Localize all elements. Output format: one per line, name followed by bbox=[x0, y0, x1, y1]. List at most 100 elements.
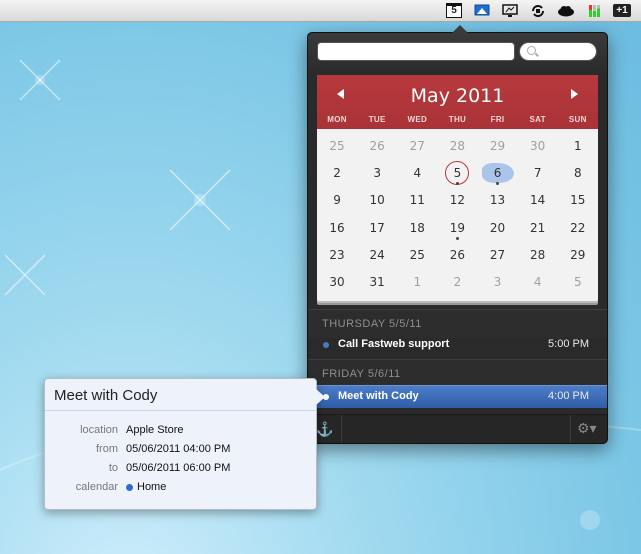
day-number: 22 bbox=[570, 220, 586, 235]
day-number: 4 bbox=[413, 166, 422, 181]
day-cell[interactable]: 28 bbox=[518, 242, 558, 269]
search-icon bbox=[527, 46, 536, 55]
day-cell[interactable]: 6 bbox=[478, 160, 518, 187]
day-cell[interactable]: 30 bbox=[317, 269, 357, 296]
weekday-label: FRI bbox=[490, 115, 505, 124]
day-grid: 25 26 27 28 29 30 1 2 3 4 5 6 7 8 9 10 11 12 13 14 15 16 17 18 1… bbox=[317, 129, 598, 296]
day-number: 26 bbox=[369, 139, 385, 153]
anchor-icon[interactable]: ⚓ bbox=[316, 421, 333, 437]
day-number: 16 bbox=[329, 220, 345, 235]
day-cell[interactable]: 27 bbox=[478, 242, 518, 269]
day-number: 31 bbox=[369, 274, 385, 289]
day-number: 17 bbox=[369, 220, 385, 235]
event-indicator-dot bbox=[455, 182, 459, 186]
day-number: 15 bbox=[570, 193, 586, 208]
day-cell[interactable]: 2 bbox=[317, 160, 357, 187]
search-input[interactable] bbox=[519, 42, 597, 61]
day-cell[interactable]: 25 bbox=[317, 133, 357, 160]
day-cell[interactable]: 2 bbox=[437, 269, 477, 296]
day-cell[interactable]: 18 bbox=[397, 215, 437, 242]
gear-icon[interactable]: ⚙▾ bbox=[577, 420, 599, 436]
day-cell[interactable]: 15 bbox=[558, 187, 598, 214]
day-cell[interactable]: 22 bbox=[558, 215, 598, 242]
calendar-value: Home bbox=[126, 481, 166, 493]
calendar-color-dot bbox=[323, 342, 329, 348]
day-cell[interactable]: 24 bbox=[357, 242, 397, 269]
day-cell[interactable]: 12 bbox=[437, 187, 477, 214]
activity-bars-icon[interactable] bbox=[585, 3, 603, 19]
day-cell[interactable]: 9 bbox=[317, 187, 357, 214]
day-cell[interactable]: 11 bbox=[397, 187, 437, 214]
day-cell[interactable]: 4 bbox=[518, 269, 558, 296]
day-cell[interactable]: 5 bbox=[558, 269, 598, 296]
day-cell[interactable]: 21 bbox=[518, 215, 558, 242]
day-cell[interactable]: 3 bbox=[478, 269, 518, 296]
day-cell[interactable]: 1 bbox=[558, 133, 598, 160]
next-month-button[interactable] bbox=[571, 89, 578, 99]
field-label: to bbox=[108, 462, 118, 474]
day-number: 1 bbox=[413, 274, 422, 289]
day-cell[interactable]: 31 bbox=[357, 269, 397, 296]
week-row: 9 10 11 12 13 14 15 bbox=[317, 187, 598, 214]
to-value: 05/06/2011 06:00 PM bbox=[126, 462, 231, 474]
day-cell[interactable]: 5 bbox=[437, 160, 477, 187]
day-cell[interactable]: 10 bbox=[357, 187, 397, 214]
event-row-selected[interactable]: Meet with Cody 4:00 PM bbox=[308, 385, 607, 408]
day-number: 29 bbox=[489, 139, 506, 153]
day-number: 6 bbox=[493, 166, 502, 181]
day-number: 2 bbox=[453, 274, 462, 289]
day-cell[interactable]: 23 bbox=[317, 242, 357, 269]
day-cell[interactable]: 14 bbox=[518, 187, 558, 214]
day-cell[interactable]: 30 bbox=[518, 133, 558, 160]
day-number: 26 bbox=[449, 247, 466, 262]
week-row: 25 26 27 28 29 30 1 bbox=[317, 133, 598, 160]
day-number: 5 bbox=[573, 274, 582, 289]
day-cell[interactable]: 3 bbox=[357, 160, 397, 187]
calendar-icon[interactable]: 5 bbox=[445, 3, 463, 19]
event-detail-popover: Meet with Cody location Apple Store from… bbox=[44, 378, 325, 510]
day-number: 27 bbox=[489, 247, 506, 262]
day-cell[interactable]: 7 bbox=[518, 160, 558, 187]
day-cell[interactable]: 20 bbox=[478, 215, 518, 242]
panel-toolbar bbox=[308, 33, 607, 71]
day-cell[interactable]: 28 bbox=[437, 133, 477, 160]
cloud-icon[interactable] bbox=[557, 3, 575, 19]
day-cell[interactable]: 4 bbox=[397, 160, 437, 187]
day-number: 28 bbox=[530, 247, 546, 262]
day-cell[interactable]: 19 bbox=[437, 215, 477, 242]
day-cell[interactable]: 8 bbox=[558, 160, 598, 187]
weekday-label: THU bbox=[448, 115, 467, 124]
day-number: 27 bbox=[409, 139, 425, 153]
menu-bar: 5 +1 bbox=[0, 0, 641, 22]
divider bbox=[341, 415, 342, 443]
day-cell[interactable]: 29 bbox=[478, 133, 518, 160]
day-number: 7 bbox=[533, 166, 542, 181]
event-row[interactable]: Call Fastweb support 5:00 PM bbox=[308, 334, 607, 356]
section-date-label: THURSDAY 5/5/11 bbox=[322, 318, 422, 330]
calendar-color-dot bbox=[126, 483, 133, 491]
calendar-popover: May 2011 MON TUE WED THU FRI SAT SUN 25 2… bbox=[307, 25, 608, 444]
day-cell[interactable]: 17 bbox=[357, 215, 397, 242]
display-icon[interactable] bbox=[501, 3, 519, 19]
day-number: 8 bbox=[573, 166, 582, 181]
day-number: 4 bbox=[533, 274, 542, 289]
airplay-icon[interactable] bbox=[473, 3, 491, 19]
day-cell[interactable]: 13 bbox=[478, 187, 518, 214]
weekday-label: SUN bbox=[568, 115, 587, 124]
day-cell[interactable]: 25 bbox=[397, 242, 437, 269]
quick-add-input[interactable] bbox=[317, 42, 515, 61]
day-cell[interactable]: 1 bbox=[397, 269, 437, 296]
day-cell[interactable]: 16 bbox=[317, 215, 357, 242]
sync-icon[interactable] bbox=[529, 3, 547, 19]
popover-arrow bbox=[452, 25, 468, 33]
detail-row-from: from 05/06/2011 04:00 PM bbox=[45, 443, 316, 461]
week-row: 30 31 1 2 3 4 5 bbox=[317, 269, 598, 296]
field-label: location bbox=[80, 424, 118, 436]
calendar-header: May 2011 MON TUE WED THU FRI SAT SUN bbox=[317, 75, 598, 129]
badge-icon[interactable]: +1 bbox=[613, 3, 631, 19]
day-cell[interactable]: 29 bbox=[558, 242, 598, 269]
day-cell[interactable]: 27 bbox=[397, 133, 437, 160]
day-cell[interactable]: 26 bbox=[437, 242, 477, 269]
day-cell[interactable]: 26 bbox=[357, 133, 397, 160]
day-number: 1 bbox=[573, 139, 582, 153]
